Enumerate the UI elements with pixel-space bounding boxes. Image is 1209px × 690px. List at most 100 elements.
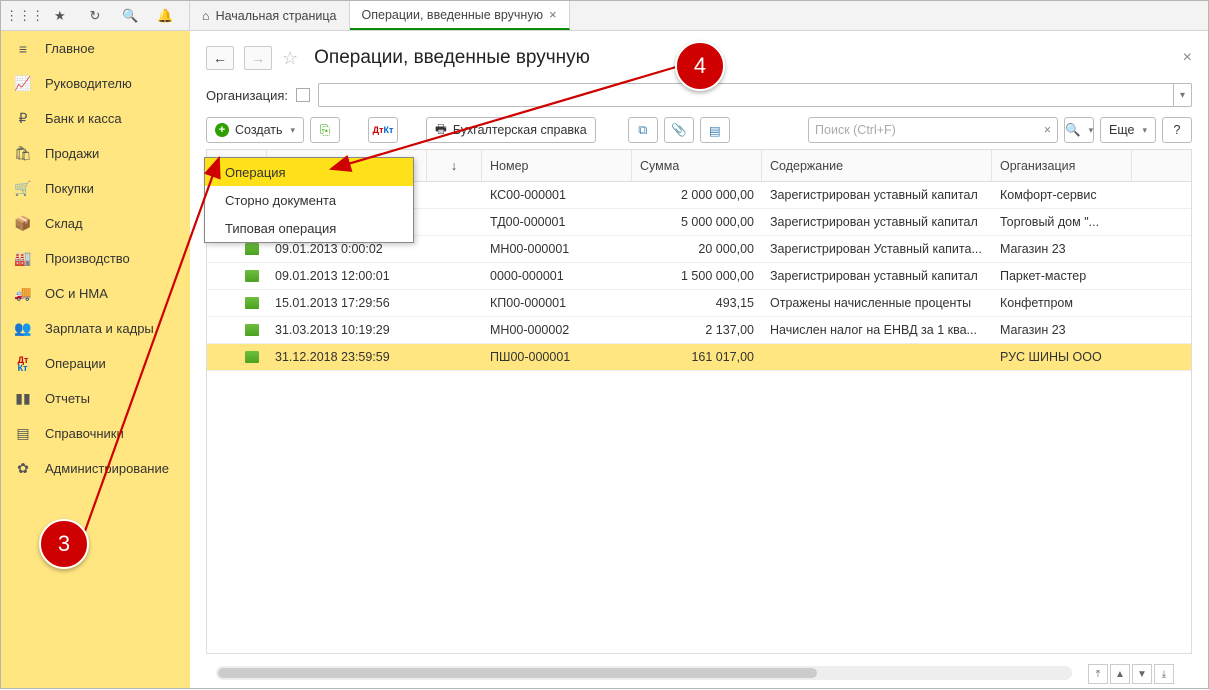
cell-org: Конфетпром: [992, 290, 1132, 316]
sidebar-item-sales[interactable]: 🛍Продажи: [1, 136, 190, 171]
cell-date: 31.12.2018 23:59:59: [267, 344, 427, 370]
th-sort[interactable]: ↓: [427, 150, 482, 181]
search-button[interactable]: 🔍▾: [1064, 117, 1094, 143]
cell-number: МН00-000002: [482, 317, 632, 343]
cell-desc: Зарегистрирован уставный капитал: [762, 263, 992, 289]
table-row[interactable]: 31.03.2013 10:19:29МН00-0000022 137,00На…: [207, 317, 1191, 344]
sidebar-item-label: Отчеты: [45, 391, 90, 406]
cell-org: Магазин 23: [992, 236, 1132, 262]
scroll-first[interactable]: ⤒: [1088, 664, 1108, 684]
scroll-thumb[interactable]: [218, 668, 817, 678]
main-panel: ← → ☆ Операции, введенные вручную × Орга…: [190, 31, 1208, 688]
apps-icon[interactable]: ⋮⋮⋮: [11, 5, 39, 27]
link-button[interactable]: ⧉: [628, 117, 658, 143]
cell-date: 15.01.2013 17:29:56: [267, 290, 427, 316]
create-button[interactable]: +Создать▾: [206, 117, 304, 143]
cell-number: КС00-000001: [482, 182, 632, 208]
page-title: Операции, введенные вручную: [314, 47, 590, 69]
dropdown-item-storno[interactable]: Сторно документа: [205, 186, 413, 214]
cell-sum: 2 000 000,00: [632, 182, 762, 208]
cell-arrow: [427, 317, 482, 343]
scroll-last[interactable]: ⤓: [1154, 664, 1174, 684]
table-row[interactable]: 31.12.2018 23:59:59 ПШ00-000001161 017,00…: [207, 344, 1191, 371]
cell-org: РУС ШИНЫ ООО: [992, 344, 1132, 370]
cell-desc: Зарегистрирован уставный капитал: [762, 209, 992, 235]
history-icon[interactable]: ↻: [81, 5, 109, 27]
cell-sum: 1 500 000,00: [632, 263, 762, 289]
copy-icon: ⎘: [320, 123, 330, 138]
sidebar-item-bank[interactable]: ₽Банк и касса: [1, 101, 190, 136]
cell-number: МН00-000001: [482, 236, 632, 262]
search-placeholder: Поиск (Ctrl+F): [815, 123, 896, 137]
sidebar-item-refs[interactable]: ▤Справочники: [1, 416, 190, 451]
sidebar-item-label: Операции: [45, 356, 106, 371]
close-page-button[interactable]: ×: [1183, 49, 1192, 67]
sidebar-item-salary[interactable]: 👥Зарплата и кадры: [1, 311, 190, 346]
cell-arrow: [427, 236, 482, 262]
dtkt-icon: ДтКт: [373, 126, 394, 134]
cell-arrow: [427, 344, 482, 370]
th-number[interactable]: Номер: [482, 150, 632, 181]
bell-icon[interactable]: 🔔: [151, 5, 179, 27]
sidebar-item-label: Руководителю: [45, 76, 132, 91]
doc-icon: [245, 351, 259, 363]
cell-sum: 2 137,00: [632, 317, 762, 343]
tab-active-label: Операции, введенные вручную: [362, 8, 543, 22]
sidebar-item-manager[interactable]: 📈Руководителю: [1, 66, 190, 101]
cell-sum: 161 017,00: [632, 344, 762, 370]
dropdown-item-template[interactable]: Типовая операция: [205, 214, 413, 242]
search-input[interactable]: Поиск (Ctrl+F) ×: [808, 117, 1058, 143]
cell-desc: Зарегистрирован уставный капитал: [762, 182, 992, 208]
sidebar-item-label: Покупки: [45, 181, 94, 196]
scroll-down[interactable]: ▼: [1132, 664, 1152, 684]
org-label: Организация:: [206, 88, 288, 103]
create-label: Создать: [235, 123, 283, 137]
th-org[interactable]: Организация: [992, 150, 1132, 181]
cell-sum: 493,15: [632, 290, 762, 316]
more-button[interactable]: Еще▾: [1100, 117, 1156, 143]
cell-arrow: [427, 290, 482, 316]
help-button[interactable]: ?: [1162, 117, 1192, 143]
list-button[interactable]: ▤: [700, 117, 730, 143]
cell-icon: [207, 290, 267, 316]
sidebar-item-label: Главное: [45, 41, 95, 56]
sidebar-item-production[interactable]: 🏭Производство: [1, 241, 190, 276]
copy-button[interactable]: ⎘: [310, 117, 340, 143]
sidebar-item-reports[interactable]: ▮▮Отчеты: [1, 381, 190, 416]
org-select[interactable]: ▾: [318, 83, 1192, 107]
dtkt-button[interactable]: ДтКт: [368, 117, 398, 143]
close-icon[interactable]: ×: [549, 7, 557, 22]
sidebar-item-admin[interactable]: ✿Администрирование: [1, 451, 190, 486]
search-icon[interactable]: 🔍: [116, 5, 144, 27]
star-icon[interactable]: ★: [46, 5, 74, 27]
cell-org: Магазин 23: [992, 317, 1132, 343]
cell-arrow: [427, 209, 482, 235]
cell-number: ПШ00-000001: [482, 344, 632, 370]
dropdown-item-operation[interactable]: Операция: [205, 158, 413, 186]
org-checkbox[interactable]: [296, 88, 310, 102]
cell-number: ТД00-000001: [482, 209, 632, 235]
nav-back-button[interactable]: ←: [206, 46, 234, 70]
sidebar-item-assets[interactable]: 🚚ОС и НМА: [1, 276, 190, 311]
sidebar-item-main[interactable]: ≡Главное: [1, 31, 190, 66]
top-toolbar: ⋮⋮⋮ ★ ↻ 🔍 🔔 ⌂ Начальная страница Операци…: [1, 1, 1208, 31]
print-spravka-button[interactable]: 🖶Бухгалтерская справка: [426, 117, 596, 143]
clear-icon[interactable]: ×: [1044, 123, 1051, 137]
sidebar-item-label: Склад: [45, 216, 83, 231]
sidebar-item-label: Банк и касса: [45, 111, 122, 126]
tab-operations-manual[interactable]: Операции, введенные вручную ×: [350, 1, 570, 30]
table-row[interactable]: 09.01.2013 12:00:010000-0000011 500 000,…: [207, 263, 1191, 290]
nav-forward-button[interactable]: →: [244, 46, 272, 70]
sidebar-item-operations[interactable]: ДтКтОперации: [1, 346, 190, 381]
table-row[interactable]: 15.01.2013 17:29:56КП00-000001493,15Отра…: [207, 290, 1191, 317]
spravka-label: Бухгалтерская справка: [453, 123, 587, 137]
tab-home[interactable]: ⌂ Начальная страница: [190, 1, 350, 30]
favorite-icon[interactable]: ☆: [282, 48, 298, 69]
h-scrollbar[interactable]: [216, 666, 1072, 680]
th-sum[interactable]: Сумма: [632, 150, 762, 181]
th-desc[interactable]: Содержание: [762, 150, 992, 181]
sidebar-item-stock[interactable]: 📦Склад: [1, 206, 190, 241]
attach-button[interactable]: 📎: [664, 117, 694, 143]
sidebar-item-purchases[interactable]: 🛒Покупки: [1, 171, 190, 206]
scroll-up[interactable]: ▲: [1110, 664, 1130, 684]
